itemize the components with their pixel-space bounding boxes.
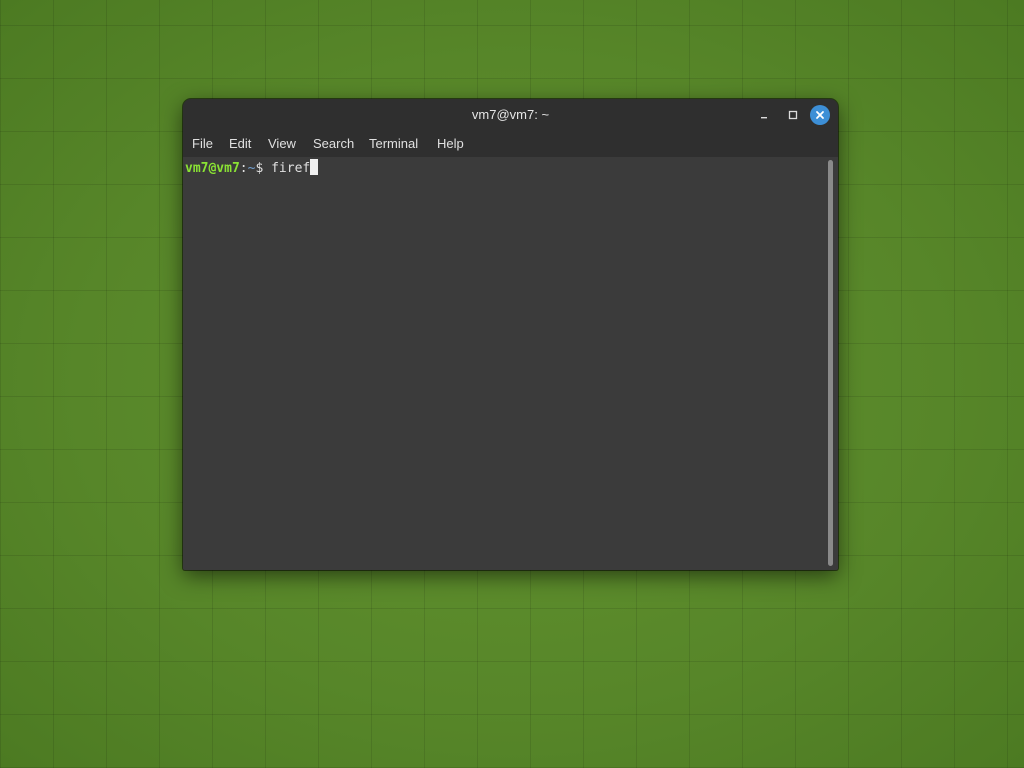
window-title: vm7@vm7: ~ xyxy=(471,107,550,122)
vertical-scrollbar[interactable] xyxy=(827,159,834,567)
text-cursor xyxy=(310,159,319,175)
menu-bar: File Edit View Search Terminal Help xyxy=(183,131,838,157)
title-bar[interactable]: vm7@vm7: ~ xyxy=(183,99,838,131)
menu-search[interactable]: Search xyxy=(313,131,354,157)
menu-help[interactable]: Help xyxy=(437,131,464,157)
scrollbar-thumb[interactable] xyxy=(828,160,833,566)
terminal-area[interactable]: vm7@vm7:~$ firef xyxy=(183,157,838,570)
maximize-button[interactable] xyxy=(783,105,803,125)
close-icon xyxy=(816,111,824,119)
desktop-background: vm7@vm7: ~ File Edit View Search Termina… xyxy=(0,0,1024,768)
menu-view[interactable]: View xyxy=(268,131,296,157)
menu-file[interactable]: File xyxy=(192,131,213,157)
maximize-icon xyxy=(788,110,798,120)
minimize-button[interactable] xyxy=(754,105,774,125)
close-button[interactable] xyxy=(810,105,830,125)
prompt-symbol: $ xyxy=(255,161,272,176)
command-input: firef xyxy=(271,161,311,176)
prompt-separator: : xyxy=(239,161,248,176)
terminal-window[interactable]: vm7@vm7: ~ File Edit View Search Termina… xyxy=(183,99,838,570)
command-line: vm7@vm7:~$ firef xyxy=(185,159,319,177)
minimize-icon xyxy=(761,117,767,119)
menu-terminal[interactable]: Terminal xyxy=(369,131,418,157)
menu-edit[interactable]: Edit xyxy=(229,131,251,157)
prompt-user: vm7@vm7 xyxy=(185,161,240,176)
